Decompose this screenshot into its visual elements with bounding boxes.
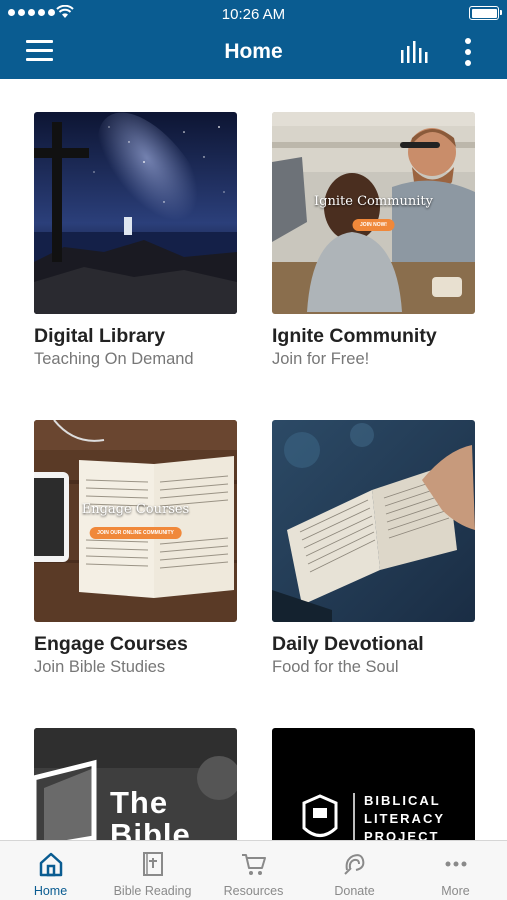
donate-icon [343,854,364,875]
card-daily-devotional[interactable]: Daily Devotional Food for the Soul [272,420,475,677]
card-digital-library[interactable]: Digital Library Teaching On Demand [34,112,237,369]
blp-logo-text: BIBLICAL LITERACY PROJECT [364,793,445,844]
card-subtitle: Food for the Soul [272,658,399,676]
image-overlay-title: Ignite Community [314,194,433,209]
battery-icon [469,6,502,20]
card-title: Daily Devotional [272,633,424,655]
join-now-button[interactable]: JOIN NOW! [352,219,395,231]
card-title: Engage Courses [34,633,188,655]
status-bar: 10:26 AM [0,0,507,28]
tab-resources[interactable]: Resources [203,841,304,900]
app-header: 10:26 AM Home [0,0,507,79]
card-title: Digital Library [34,325,166,347]
tab-bar: Home Bible Reading Resources Donate More [0,840,507,900]
ignite-community-image[interactable]: Ignite Community JOIN NOW! [272,112,475,314]
digital-library-image[interactable] [34,112,237,314]
tab-more[interactable]: More [405,841,506,900]
tab-label: Resources [223,884,284,898]
tab-label: Home [33,884,68,898]
tab-label: Bible Reading [113,884,192,898]
tab-label: More [441,884,470,898]
card-subtitle: Join for Free! [272,350,370,368]
card-engage-courses[interactable]: Engage Courses JOIN OUR ONLINE COMMUNITY… [34,420,237,677]
more-icon [445,861,466,867]
audio-bars-icon[interactable] [400,40,430,64]
bible-icon [142,852,163,876]
page-title: Home [224,40,283,63]
home-icon [39,852,62,877]
join-community-button[interactable]: JOIN OUR ONLINE COMMUNITY [89,527,182,539]
more-options-icon[interactable] [460,38,476,66]
bible-title-line: The [110,785,169,820]
tab-label: Donate [334,884,375,898]
engage-courses-image[interactable]: Engage Courses JOIN OUR ONLINE COMMUNITY [34,420,237,622]
image-overlay-title: Engage Courses [81,502,190,517]
daily-devotional-image[interactable] [272,420,475,622]
status-time: 10:26 AM [221,6,286,23]
tab-home[interactable]: Home [0,841,101,900]
tab-bible-reading[interactable]: Bible Reading [102,841,203,900]
nav-bar: Home [0,28,507,79]
card-ignite-community[interactable]: Ignite Community JOIN NOW! Ignite Commun… [272,112,475,369]
cart-icon [241,854,266,875]
card-subtitle: Join Bible Studies [34,658,166,676]
tab-donate[interactable]: Donate [304,841,405,900]
card-subtitle: Teaching On Demand [34,350,194,368]
card-title: Ignite Community [272,325,437,347]
